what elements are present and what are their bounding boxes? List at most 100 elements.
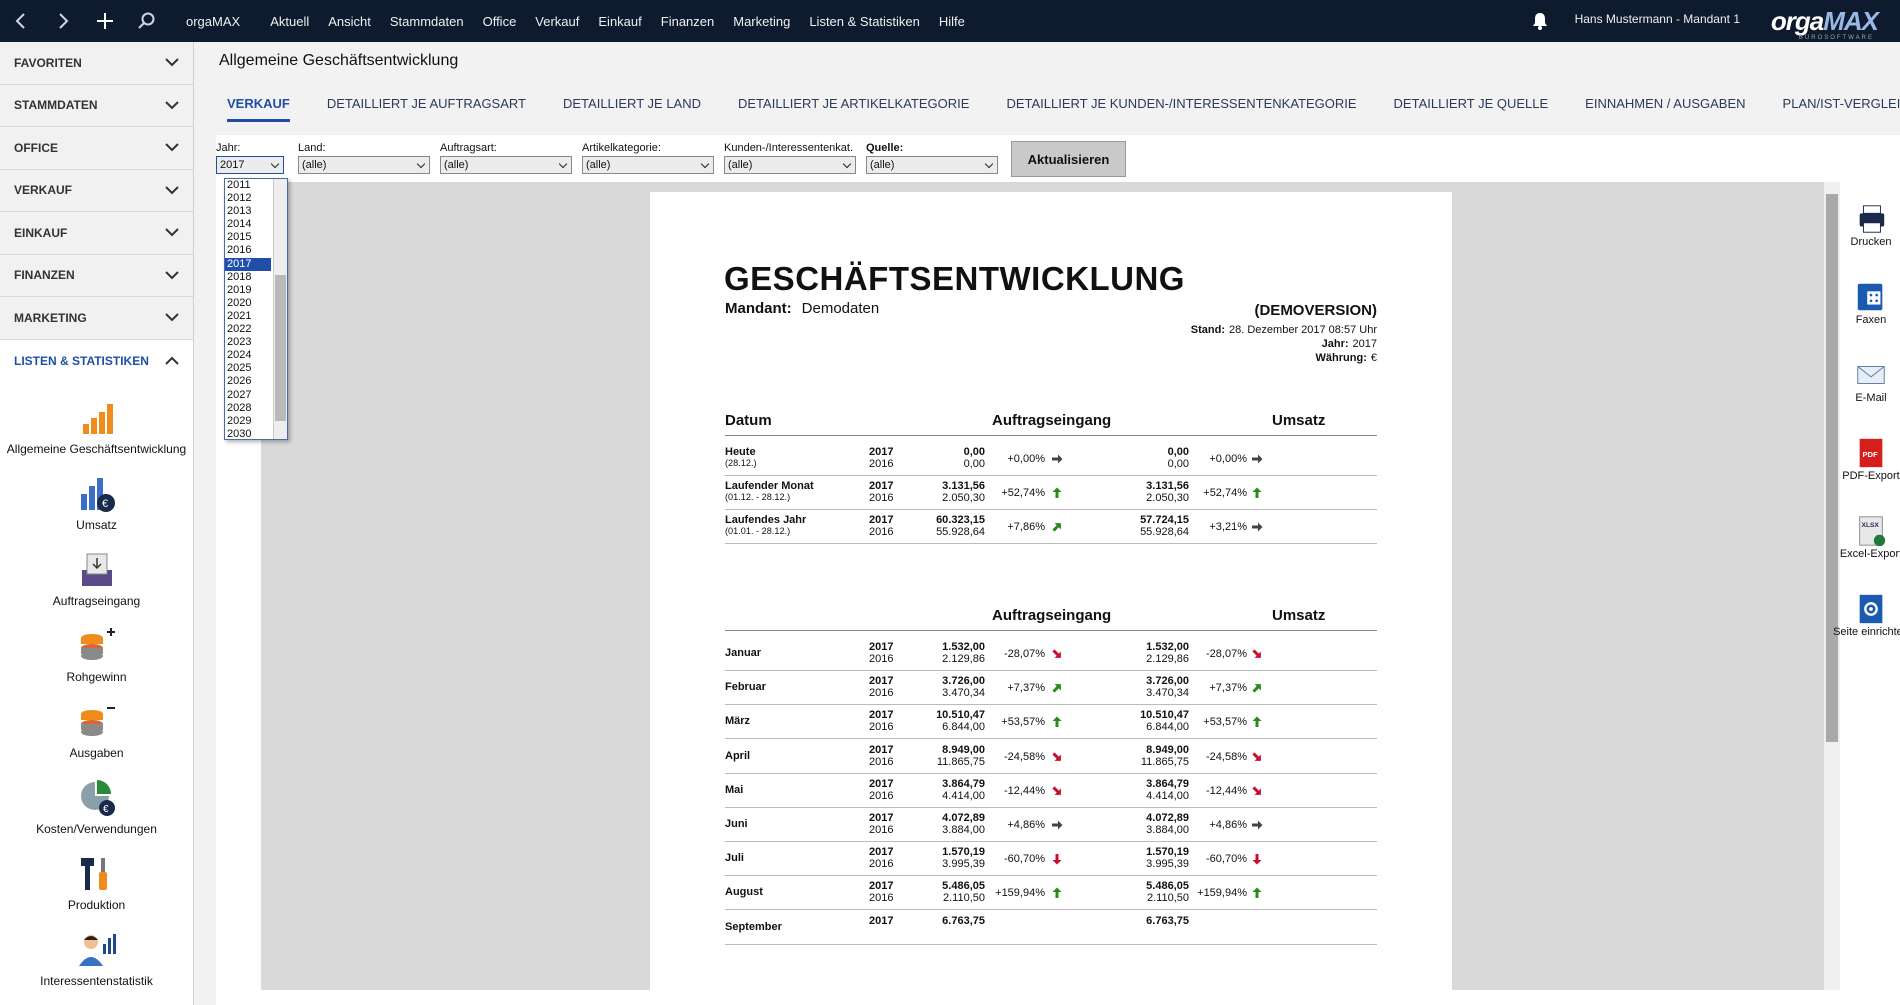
- sidebar-section-marketing[interactable]: MARKETING: [0, 297, 193, 340]
- year-option[interactable]: 2029: [225, 415, 271, 428]
- year-option[interactable]: 2019: [225, 284, 271, 297]
- toolbar-label: E-Mail: [1855, 392, 1887, 404]
- toolbar-seite-einrichten[interactable]: Seite einrichten: [1833, 582, 1900, 638]
- sidebar-section-office[interactable]: OFFICE: [0, 127, 193, 170]
- filter-artikelkategorie: Artikelkategorie: (alle): [582, 142, 714, 174]
- year-option[interactable]: 2027: [225, 389, 271, 402]
- year-option[interactable]: 2022: [225, 323, 271, 336]
- sidebar-tool-auftragseingang[interactable]: Auftragseingang: [0, 538, 193, 614]
- sidebar-tool-rohgewinn[interactable]: Rohgewinn: [0, 614, 193, 690]
- plus-icon: [97, 13, 113, 29]
- svg-text:€: €: [103, 804, 109, 815]
- sidebar-section-listen-statistiken[interactable]: LISTEN & STATISTIKEN: [0, 339, 193, 382]
- chevron-down-icon: [165, 271, 179, 280]
- year-option[interactable]: 2023: [225, 336, 271, 349]
- year-option[interactable]: 2014: [225, 218, 271, 231]
- toolbar-faxen[interactable]: Faxen: [1842, 270, 1900, 326]
- sidebar-section-verkauf[interactable]: VERKAUF: [0, 169, 193, 212]
- menu-marketing[interactable]: Marketing: [733, 14, 790, 29]
- sidebar-section-finanzen[interactable]: FINANZEN: [0, 254, 193, 297]
- year-option[interactable]: 2018: [225, 271, 271, 284]
- trend-arrow-icon: [1052, 786, 1061, 795]
- sidebar-tool-produktion[interactable]: Produktion: [0, 842, 193, 918]
- menu-listen-statistiken[interactable]: Listen & Statistiken: [809, 14, 920, 29]
- sidebar-tool-umsatz[interactable]: € Umsatz: [0, 462, 193, 538]
- tab-detailliert-je-quelle[interactable]: DETAILLIERT JE QUELLE: [1394, 96, 1549, 122]
- land-select[interactable]: (alle): [298, 156, 430, 174]
- year-option[interactable]: 2016: [225, 244, 271, 257]
- add-button[interactable]: [84, 0, 126, 42]
- dropdown-scrollbar-thumb[interactable]: [275, 275, 286, 421]
- sidebar-section-favoriten[interactable]: FAVORITEN: [0, 42, 193, 85]
- sidebar-tool-interessentenstatistik[interactable]: Interessentenstatistik: [0, 918, 193, 994]
- dropdown-scrollbar[interactable]: [273, 179, 287, 439]
- trend-arrow-icon: [1252, 820, 1263, 830]
- sidebar: FAVORITEN STAMMDATEN OFFICE VERKAUF EINKAUF F…: [0, 42, 194, 1005]
- menu-stammdaten[interactable]: Stammdaten: [390, 14, 464, 29]
- year-option[interactable]: 2011: [225, 179, 271, 192]
- year-option[interactable]: 2021: [225, 310, 271, 323]
- table-row: September 2017 6.763,75 6.763,75: [725, 911, 1377, 945]
- menu-einkauf[interactable]: Einkauf: [598, 14, 641, 29]
- menu-office[interactable]: Office: [483, 14, 517, 29]
- year-option[interactable]: 2030: [225, 428, 271, 441]
- menu-orgamax[interactable]: orgaMAX: [186, 14, 240, 29]
- tab-detailliert-je-auftragsart[interactable]: DETAILLIERT JE AUFTRAGSART: [327, 96, 526, 122]
- demo-label: (DEMOVERSION): [1254, 302, 1377, 319]
- page-setup-icon: [1859, 594, 1883, 624]
- menu-ansicht[interactable]: Ansicht: [328, 14, 371, 29]
- back-button[interactable]: [0, 0, 42, 42]
- toolbar-drucken[interactable]: Drucken: [1842, 192, 1900, 248]
- menu-aktuell[interactable]: Aktuell: [270, 14, 309, 29]
- trend-arrow-icon: [1252, 887, 1262, 899]
- jahr-select[interactable]: 2017: [216, 156, 284, 174]
- auftragsart-select[interactable]: (alle): [440, 156, 572, 174]
- page-title: Allgemeine Geschäftsentwicklung: [219, 52, 459, 69]
- tab-detailliert-je-land[interactable]: DETAILLIERT JE LAND: [563, 96, 701, 122]
- year-option[interactable]: 2017: [225, 257, 271, 271]
- sidebar-section-stammdaten[interactable]: STAMMDATEN: [0, 84, 193, 127]
- user-name[interactable]: Hans Mustermann - Mandant 1: [1575, 12, 1740, 26]
- tab-detailliert-je-artikelkategorie[interactable]: DETAILLIERT JE ARTIKELKATEGORIE: [738, 96, 969, 122]
- year-option[interactable]: 2015: [225, 231, 271, 244]
- toolbar-label: Seite einrichten: [1833, 626, 1900, 638]
- year-option[interactable]: 2024: [225, 349, 271, 362]
- toolbar-e-mail[interactable]: E-Mail: [1842, 348, 1900, 404]
- jahr-dropdown-list[interactable]: 2011 2012 2013 2014 2015 2016 2017 2018 2019 2020…: [224, 178, 288, 440]
- auftrag-percent: +7,86%: [1007, 521, 1045, 534]
- auftrag-percent: +0,00%: [1007, 453, 1045, 465]
- quelle-select[interactable]: (alle): [866, 156, 998, 174]
- menu-hilfe[interactable]: Hilfe: [939, 14, 965, 29]
- tab-einnahmen-ausgaben[interactable]: EINNAHMEN / AUSGABEN: [1585, 96, 1745, 122]
- year-option[interactable]: 2025: [225, 362, 271, 375]
- report-scrollbar[interactable]: [1824, 182, 1840, 990]
- report-title: GESCHÄFTSENTWICKLUNG: [724, 260, 1185, 297]
- row-label: August: [725, 886, 763, 899]
- umsatz-previous: 4.414,00: [1146, 789, 1189, 802]
- menu-finanzen[interactable]: Finanzen: [661, 14, 714, 29]
- menu-verkauf[interactable]: Verkauf: [535, 14, 579, 29]
- toolbar-pdf-export[interactable]: PDF PDF-Export: [1842, 426, 1900, 482]
- toolbar-excel-export[interactable]: XLSX Excel-Export: [1840, 504, 1900, 560]
- aktualisieren-button[interactable]: Aktualisieren: [1011, 141, 1126, 177]
- year-option[interactable]: 2013: [225, 205, 271, 218]
- year-option[interactable]: 2020: [225, 297, 271, 310]
- bell-icon[interactable]: [1530, 11, 1550, 31]
- sidebar-tool-allgemeine-gesch-ftsentwicklung[interactable]: Allgemeine Geschäftsentwicklung: [0, 386, 193, 462]
- auftrag-percent: -24,58%: [1004, 750, 1045, 763]
- year-option[interactable]: 2028: [225, 402, 271, 415]
- scrollbar-thumb[interactable]: [1826, 194, 1838, 742]
- tab-plan-ist-vergleich[interactable]: PLAN/IST-VERGLEICH: [1783, 96, 1900, 122]
- forward-button[interactable]: [42, 0, 84, 42]
- tab-verkauf[interactable]: VERKAUF: [227, 96, 290, 122]
- auftrag-previous: 3.884,00: [942, 824, 985, 836]
- year-option[interactable]: 2026: [225, 375, 271, 388]
- artikelkategorie-select[interactable]: (alle): [582, 156, 714, 174]
- tab-detailliert-je-kunden-interessentenkategorie[interactable]: DETAILLIERT JE KUNDEN-/INTERESSENTENKATE…: [1006, 96, 1356, 122]
- kunden-select[interactable]: (alle): [724, 156, 856, 174]
- sidebar-tool-ausgaben[interactable]: Ausgaben: [0, 690, 193, 766]
- year-option[interactable]: 2012: [225, 192, 271, 205]
- search-button[interactable]: [126, 0, 168, 42]
- sidebar-tool-kosten-verwendungen[interactable]: € Kosten/Verwendungen: [0, 766, 193, 842]
- sidebar-section-einkauf[interactable]: EINKAUF: [0, 212, 193, 255]
